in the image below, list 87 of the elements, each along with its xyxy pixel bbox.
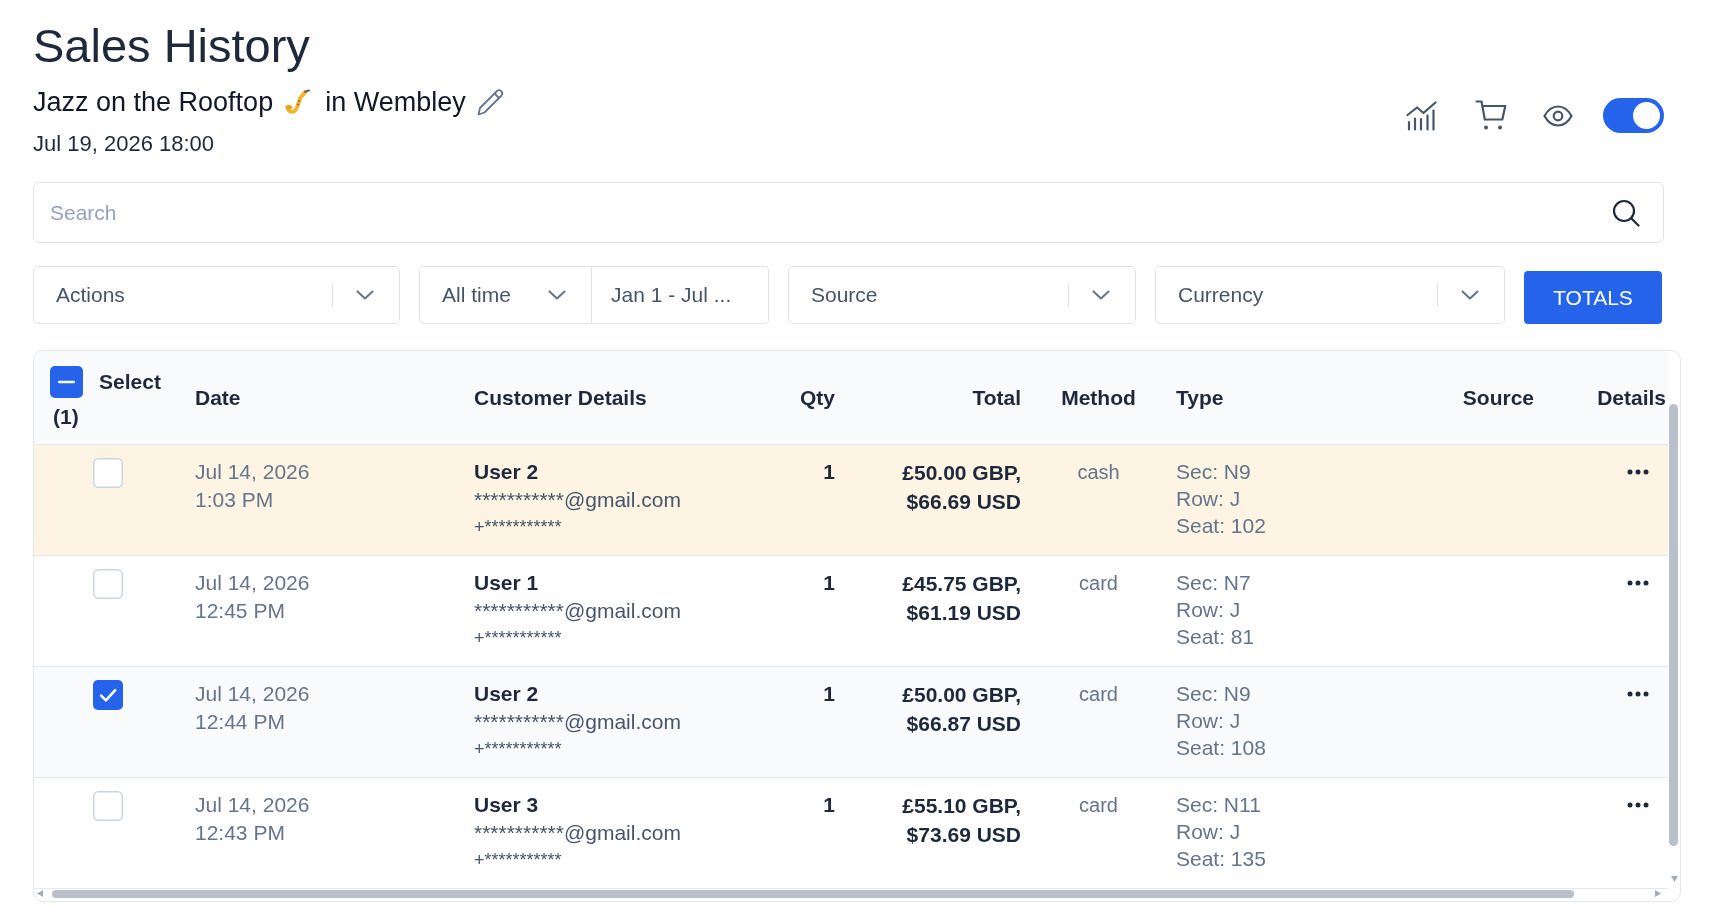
eye-icon[interactable]	[1543, 104, 1573, 127]
quantity: 1	[823, 459, 835, 485]
customer-phone: +***********	[474, 627, 562, 650]
sale-date: Jul 14, 2026	[195, 459, 310, 485]
seat-info: Sec: N11	[1176, 792, 1261, 818]
vertical-scrollbar[interactable]	[1669, 404, 1678, 846]
payment-method: card	[1079, 571, 1118, 596]
chevron-down-icon	[1461, 290, 1479, 300]
customer-name: User 2	[474, 459, 539, 485]
seat-info: Seat: 81	[1176, 624, 1255, 650]
customer-email: ***********@gmail.com	[474, 820, 681, 846]
sale-date: Jul 14, 2026	[195, 681, 310, 707]
cart-icon[interactable]	[1475, 99, 1507, 132]
payment-method: cash	[1077, 460, 1120, 485]
customer-phone: +***********	[474, 738, 562, 761]
seat-info: Row: J	[1176, 597, 1241, 623]
column-header: Total	[972, 384, 1021, 411]
selected-count: (1)	[53, 404, 79, 430]
column-header: Customer Details	[474, 384, 647, 411]
seat-info: Row: J	[1176, 819, 1241, 845]
dropdown[interactable]: Currency	[1155, 266, 1505, 324]
chevron-down-icon	[1092, 290, 1110, 300]
event-date: Jul 19, 2026 18:00	[33, 130, 216, 158]
column-header: Method	[1061, 384, 1136, 411]
payment-method: card	[1079, 682, 1118, 707]
period-dropdown[interactable]: All time	[419, 266, 592, 324]
chevron-down-icon	[548, 290, 566, 300]
customer-email: ***********@gmail.com	[474, 709, 681, 735]
sale-time: 12:45 PM	[195, 598, 285, 624]
more-icon[interactable]	[1627, 469, 1649, 475]
sale-time: 12:44 PM	[195, 709, 285, 735]
column-header: Date	[195, 384, 241, 411]
checkbox[interactable]	[93, 458, 123, 488]
seat-info: Seat: 108	[1176, 735, 1266, 761]
sale-date: Jul 14, 2026	[195, 792, 310, 818]
more-icon[interactable]	[1627, 691, 1649, 697]
toggle-switch[interactable]	[1603, 98, 1664, 133]
saxophone-icon	[284, 88, 312, 116]
customer-phone: +***********	[474, 849, 562, 872]
search-icon[interactable]	[1612, 199, 1640, 227]
search-field[interactable]: Search	[33, 182, 1664, 243]
pencil-icon[interactable]	[475, 87, 506, 117]
checkbox[interactable]	[93, 680, 123, 710]
customer-name: User 1	[474, 570, 539, 596]
customer-email: ***********@gmail.com	[474, 487, 681, 513]
seat-info: Seat: 135	[1176, 846, 1266, 872]
column-header: Qty	[800, 384, 835, 411]
sale-time: 1:03 PM	[195, 487, 274, 513]
total-amount: £55.10 GBP, $73.69 USD	[901, 793, 1021, 848]
quantity: 1	[823, 681, 835, 707]
total-amount: £50.00 GBP, $66.69 USD	[901, 460, 1021, 515]
more-icon[interactable]	[1627, 802, 1649, 808]
column-header: Source	[1462, 384, 1534, 411]
total-amount: £50.00 GBP, $66.87 USD	[901, 682, 1021, 737]
checkbox[interactable]	[50, 366, 83, 398]
dropdown[interactable]: Source	[788, 266, 1136, 324]
quantity: 1	[823, 792, 835, 818]
customer-email: ***********@gmail.com	[474, 598, 681, 624]
column-header: Details	[1597, 384, 1666, 411]
payment-method: card	[1079, 793, 1118, 818]
sale-date: Jul 14, 2026	[195, 570, 310, 596]
event-name: Jazz on the Rooftop	[33, 86, 274, 119]
customer-name: User 3	[474, 792, 539, 818]
checkbox[interactable]	[93, 791, 123, 821]
horizontal-scrollbar[interactable]	[52, 890, 1574, 898]
date-range-button[interactable]: Jan 1 - Jul ...	[592, 266, 769, 324]
column-header: Type	[1176, 384, 1224, 411]
customer-name: User 2	[474, 681, 539, 707]
seat-info: Row: J	[1176, 708, 1241, 734]
seat-info: Sec: N7	[1176, 570, 1251, 596]
seat-info: Seat: 102	[1176, 513, 1266, 539]
dropdown[interactable]: Actions	[33, 266, 400, 324]
chevron-down-icon	[356, 290, 374, 300]
select-all-label: Select	[99, 369, 161, 395]
seat-info: Row: J	[1176, 486, 1241, 512]
event-venue: in Wembley	[325, 86, 466, 119]
chart-icon[interactable]	[1406, 100, 1437, 131]
seat-info: Sec: N9	[1176, 459, 1251, 485]
customer-phone: +***********	[474, 516, 562, 539]
seat-info: Sec: N9	[1176, 681, 1251, 707]
total-amount: £45.75 GBP, $61.19 USD	[901, 571, 1021, 626]
checkbox[interactable]	[93, 569, 123, 599]
totals-button[interactable]: TOTALS	[1524, 271, 1662, 324]
quantity: 1	[823, 570, 835, 596]
sale-time: 12:43 PM	[195, 820, 285, 846]
more-icon[interactable]	[1627, 580, 1649, 586]
page-title: Sales History	[33, 18, 311, 74]
